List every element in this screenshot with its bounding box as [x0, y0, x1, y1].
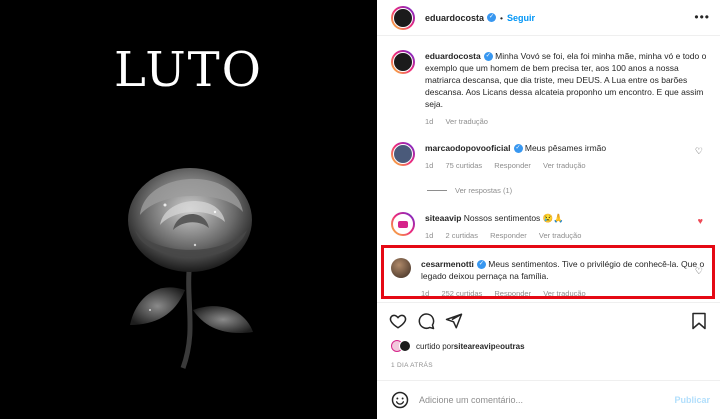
instagram-post-view: LUTO eduardocosta ✓ • Seguir ••• eduardo…	[0, 0, 720, 419]
caption-username[interactable]: eduardocosta	[425, 51, 481, 61]
comment-time[interactable]: 1d	[425, 231, 433, 240]
comment-avatar[interactable]	[391, 212, 415, 236]
heart-icon[interactable]	[389, 312, 407, 330]
comment-username[interactable]: marcaodopovooficial	[425, 143, 511, 153]
comment-reply-button[interactable]: Responder	[490, 231, 527, 240]
rose-image	[128, 168, 253, 369]
liked-by-line: curtido por siteareavip e outras	[391, 340, 525, 352]
separator-dot: •	[500, 12, 503, 23]
comment-text: Nossos sentimentos 😢🙏	[463, 213, 564, 223]
emoji-icon[interactable]	[391, 391, 409, 409]
share-icon[interactable]	[445, 312, 463, 330]
comment-likes[interactable]: 2 curtidas	[445, 231, 478, 240]
verified-badge-icon: ✓	[487, 13, 497, 22]
view-replies-link[interactable]: Ver respostas (1)	[427, 186, 512, 195]
follow-button[interactable]: Seguir	[507, 13, 535, 23]
bookmark-icon[interactable]	[691, 312, 707, 330]
action-bar	[377, 302, 720, 338]
author-avatar[interactable]	[391, 5, 415, 30]
post-header: eduardocosta ✓ • Seguir •••	[377, 0, 720, 36]
add-comment-bar: Publicar	[377, 380, 720, 419]
comment-translate-link[interactable]: Ver tradução	[539, 231, 582, 240]
caption-item: eduardocosta ✓ Minha Vovó se foi, ela foi…	[391, 50, 711, 128]
comment-icon[interactable]	[417, 312, 435, 330]
liked-by-user[interactable]: siteareavip	[454, 342, 496, 351]
comment-item: siteaavip Nossos sentimentos 😢🙏 1d 2 cur…	[391, 212, 711, 242]
heart-outline-icon[interactable]: ♡	[695, 146, 703, 157]
post-side-panel: eduardocosta ✓ • Seguir ••• eduardocosta…	[377, 0, 720, 419]
author-username[interactable]: eduardocosta	[425, 13, 484, 23]
comment-likes[interactable]: 75 curtidas	[445, 161, 482, 170]
comment-item: marcaodopovooficial ✓ Meus pêsames irmão …	[391, 142, 711, 172]
comment-input[interactable]	[419, 395, 669, 405]
image-title-text: LUTO	[113, 42, 264, 98]
comment-translate-link[interactable]: Ver tradução	[543, 161, 586, 170]
more-options-icon[interactable]: •••	[694, 10, 710, 24]
replies-divider	[427, 190, 447, 191]
view-replies-label[interactable]: Ver respostas (1)	[455, 186, 512, 195]
heart-filled-icon[interactable]: ♥	[698, 216, 703, 226]
comment-time[interactable]: 1d	[425, 161, 433, 170]
caption-author-avatar[interactable]	[391, 50, 415, 74]
comment-text: Meus pêsames irmão	[524, 143, 607, 153]
comment-username[interactable]: siteaavip	[425, 213, 461, 223]
comment-reply-button[interactable]: Responder	[494, 161, 531, 170]
verified-badge-icon: ✓	[483, 52, 493, 62]
caption-time[interactable]: 1d	[425, 117, 433, 126]
post-timestamp[interactable]: 1 DIA ATRÁS	[391, 362, 433, 369]
comment-avatar[interactable]	[391, 142, 415, 166]
liked-by-prefix: curtido por	[416, 341, 454, 351]
highlight-box	[381, 245, 715, 299]
caption-translate-link[interactable]: Ver tradução	[445, 117, 488, 126]
comments-list[interactable]: eduardocosta ✓ Minha Vovó se foi, ela foi…	[377, 36, 720, 302]
liker-avatar[interactable]	[399, 340, 411, 352]
post-image[interactable]: LUTO	[0, 0, 377, 419]
liked-by-others[interactable]: outras	[500, 342, 524, 351]
publish-button[interactable]: Publicar	[674, 395, 710, 405]
verified-badge-icon: ✓	[513, 144, 523, 154]
